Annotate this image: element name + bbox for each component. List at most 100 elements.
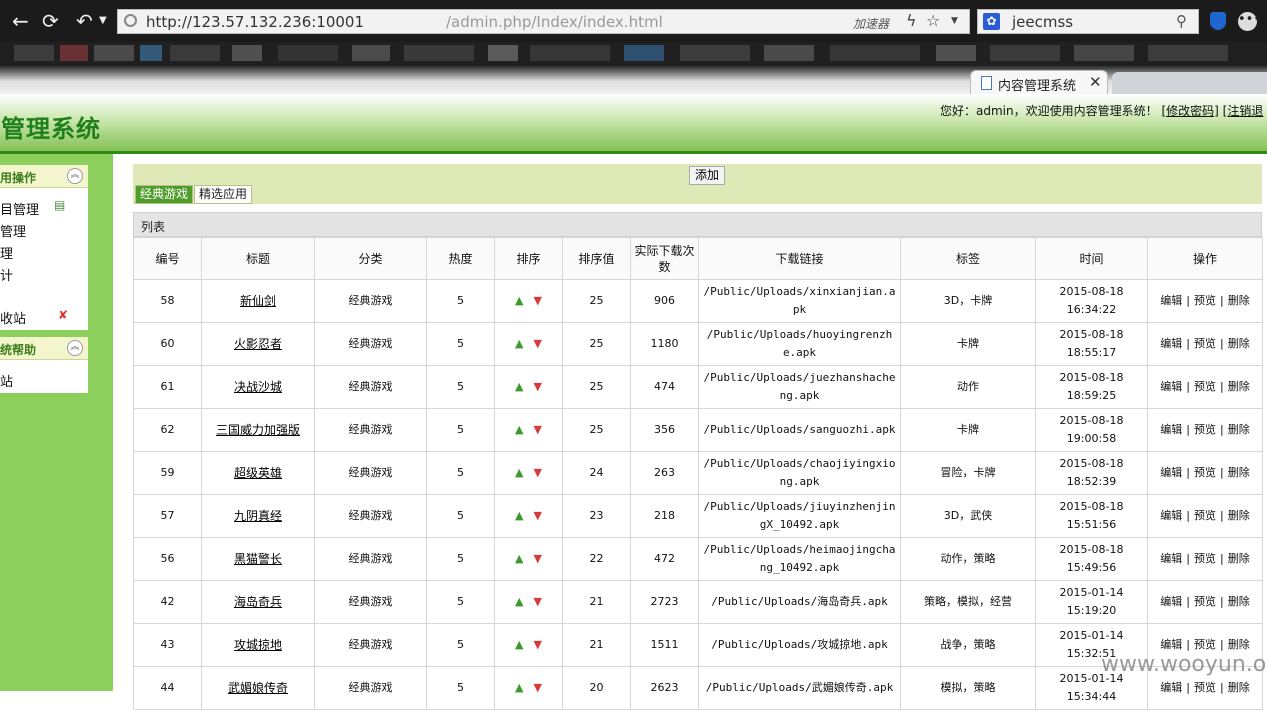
edit-link[interactable]: 编辑 [1160, 509, 1182, 522]
sidebar-item-3[interactable]: 计 [0, 265, 13, 284]
delete-link[interactable]: 删除 [1228, 509, 1250, 522]
move-down-icon[interactable]: ▼ [534, 380, 542, 393]
panel-header[interactable]: 用操作 ︽ [0, 165, 88, 188]
edit-link[interactable]: 编辑 [1160, 638, 1182, 651]
move-up-icon[interactable]: ▲ [515, 681, 523, 694]
change-password-link[interactable]: [修改密码] [1161, 104, 1218, 118]
move-down-icon[interactable]: ▼ [534, 466, 542, 479]
chevron-down-icon[interactable]: ▼ [99, 8, 107, 34]
move-up-icon[interactable]: ▲ [515, 294, 523, 307]
search-box[interactable]: ✿ jeecmss ⚲ [977, 9, 1199, 34]
sidebar-item-1[interactable]: 管理 [0, 221, 26, 240]
delete-icon[interactable]: ✘ [58, 308, 68, 322]
edit-link[interactable]: 编辑 [1160, 466, 1182, 479]
move-up-icon[interactable]: ▲ [515, 552, 523, 565]
preview-link[interactable]: 预览 [1194, 337, 1216, 350]
back-icon[interactable]: ← [12, 8, 29, 34]
column-header[interactable]: 排序 [494, 237, 563, 280]
search-icon[interactable]: ⚲ [1176, 12, 1187, 30]
address-bar[interactable]: http://123.57.132.236:10001 /admin.php/I… [117, 9, 970, 34]
move-up-icon[interactable]: ▲ [515, 423, 523, 436]
preview-link[interactable]: 预览 [1194, 681, 1216, 694]
edit-link[interactable]: 编辑 [1160, 337, 1182, 350]
title-link[interactable]: 九阴真经 [234, 509, 282, 523]
sidebar-item-4[interactable]: 收站 [0, 308, 26, 327]
title-link[interactable]: 超级英雄 [234, 466, 282, 480]
title-link[interactable]: 攻城掠地 [234, 638, 282, 652]
edit-link[interactable]: 编辑 [1160, 423, 1182, 436]
preview-link[interactable]: 预览 [1194, 595, 1216, 608]
tab-classic-games[interactable]: 经典游戏 [135, 185, 194, 204]
accelerator-label[interactable]: 加速器 [853, 15, 889, 32]
preview-link[interactable]: 预览 [1194, 638, 1216, 651]
delete-link[interactable]: 删除 [1228, 294, 1250, 307]
edit-link[interactable]: 编辑 [1160, 595, 1182, 608]
star-icon[interactable]: ☆ [926, 11, 940, 30]
title-link[interactable]: 黑猫警长 [234, 552, 282, 566]
move-up-icon[interactable]: ▲ [515, 466, 523, 479]
preview-link[interactable]: 预览 [1194, 294, 1216, 307]
page-edit-icon[interactable]: ▤ [54, 198, 65, 212]
column-header[interactable]: 热度 [426, 237, 495, 280]
panel-header[interactable]: 统帮助 ︽ [0, 337, 88, 360]
title-link[interactable]: 火影忍者 [234, 337, 282, 351]
column-header[interactable]: 标题 [201, 237, 315, 280]
close-icon[interactable]: ✕ [1089, 73, 1102, 91]
add-button[interactable]: 添加 [689, 166, 725, 185]
move-up-icon[interactable]: ▲ [515, 595, 523, 608]
move-down-icon[interactable]: ▼ [534, 595, 542, 608]
delete-link[interactable]: 删除 [1228, 466, 1250, 479]
edit-link[interactable]: 编辑 [1160, 681, 1182, 694]
delete-link[interactable]: 删除 [1228, 595, 1250, 608]
title-link[interactable]: 武媚娘传奇 [228, 681, 288, 695]
delete-link[interactable]: 删除 [1228, 337, 1250, 350]
column-header[interactable]: 操作 [1147, 237, 1263, 280]
browser-tab-active[interactable]: 内容管理系统 ✕ [970, 70, 1108, 94]
move-down-icon[interactable]: ▼ [534, 509, 542, 522]
preview-link[interactable]: 预览 [1194, 466, 1216, 479]
edit-link[interactable]: 编辑 [1160, 294, 1182, 307]
move-up-icon[interactable]: ▲ [515, 337, 523, 350]
column-header[interactable]: 分类 [314, 237, 427, 280]
move-up-icon[interactable]: ▲ [515, 509, 523, 522]
title-link[interactable]: 决战沙城 [234, 380, 282, 394]
move-up-icon[interactable]: ▲ [515, 380, 523, 393]
column-header[interactable]: 标签 [900, 237, 1036, 280]
preview-link[interactable]: 预览 [1194, 423, 1216, 436]
delete-link[interactable]: 删除 [1228, 638, 1250, 651]
column-header[interactable]: 下载链接 [698, 237, 901, 280]
search-input[interactable]: jeecmss [1012, 13, 1073, 31]
move-down-icon[interactable]: ▼ [534, 294, 542, 307]
move-down-icon[interactable]: ▼ [534, 423, 542, 436]
preview-link[interactable]: 预览 [1194, 380, 1216, 393]
logout-link[interactable]: [注销退 [1223, 104, 1264, 118]
title-link[interactable]: 海岛奇兵 [234, 595, 282, 609]
column-header[interactable]: 时间 [1035, 237, 1148, 280]
column-header[interactable]: 排序值 [562, 237, 631, 280]
move-down-icon[interactable]: ▼ [534, 638, 542, 651]
delete-link[interactable]: 删除 [1228, 380, 1250, 393]
collapse-icon[interactable]: ︽ [67, 168, 83, 184]
edit-link[interactable]: 编辑 [1160, 380, 1182, 393]
lightning-icon[interactable]: ϟ [906, 11, 917, 30]
move-up-icon[interactable]: ▲ [515, 638, 523, 651]
collapse-icon[interactable]: ︽ [67, 340, 83, 356]
move-down-icon[interactable]: ▼ [534, 681, 542, 694]
edit-link[interactable]: 编辑 [1160, 552, 1182, 565]
column-header[interactable]: 实际下载次数 [630, 237, 699, 280]
preview-link[interactable]: 预览 [1194, 552, 1216, 565]
preview-link[interactable]: 预览 [1194, 509, 1216, 522]
tab-featured-apps[interactable]: 精选应用 [194, 185, 253, 204]
delete-link[interactable]: 删除 [1228, 681, 1250, 694]
delete-link[interactable]: 删除 [1228, 552, 1250, 565]
browser-tab-other[interactable] [1112, 72, 1267, 94]
sidebar-item-0[interactable]: 目管理 [0, 199, 39, 218]
title-link[interactable]: 三国威力加强版 [216, 423, 300, 437]
chat-extension-icon[interactable]: ••• [1238, 12, 1261, 31]
help-item-0[interactable]: 站 [0, 371, 13, 390]
reload-icon[interactable]: ⟳ [42, 8, 59, 34]
undo-icon[interactable]: ↶ [76, 8, 93, 34]
column-header[interactable]: 编号 [133, 237, 202, 280]
shield-extension-icon[interactable] [1210, 12, 1226, 30]
move-down-icon[interactable]: ▼ [534, 552, 542, 565]
